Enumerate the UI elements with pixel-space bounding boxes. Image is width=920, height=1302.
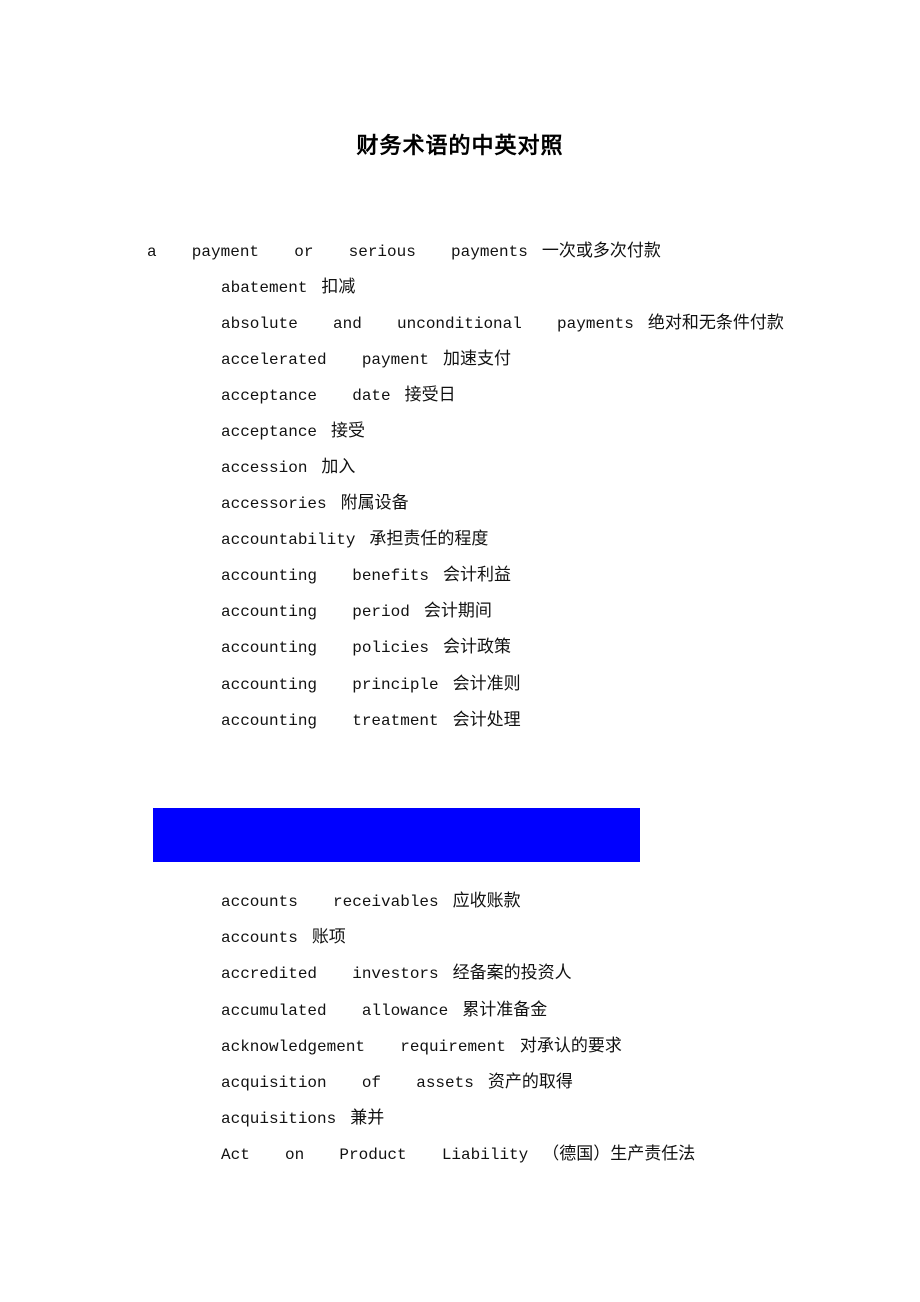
glossary-entry: accessories 附属设备 — [221, 492, 409, 515]
glossary-entry: absolute and unconditional payments 绝对和无条… — [221, 312, 784, 335]
glossary-entry: Act on Product Liability （德国）生产责任法 — [221, 1143, 695, 1166]
glossary-entry: accession 加入 — [221, 456, 355, 479]
term-chinese: 累计准备金 — [462, 1000, 548, 1020]
glossary-entry: a payment or serious payments 一次或多次付款 — [147, 240, 661, 263]
term-chinese: 附属设备 — [340, 493, 409, 513]
term-chinese: 绝对和无条件付款 — [647, 313, 784, 333]
term-english: Act on Product Liability — [221, 1146, 529, 1164]
glossary-entry: accumulated allowance 累计准备金 — [221, 999, 547, 1022]
term-english: acquisition of assets — [221, 1074, 474, 1092]
term-english: accelerated payment — [221, 351, 430, 369]
term-chinese: 加入 — [321, 457, 356, 477]
term-english: accumulated allowance — [221, 1002, 449, 1020]
glossary-entry: acceptance 接受 — [221, 420, 365, 443]
term-english: acceptance date — [221, 387, 391, 405]
glossary-entry: acknowledgement requirement 对承认的要求 — [221, 1035, 622, 1058]
glossary-entry: abatement 扣减 — [221, 276, 355, 299]
term-chinese: 会计准则 — [452, 674, 521, 694]
glossary-entry: accountability 承担责任的程度 — [221, 528, 488, 551]
term-english: accounting treatment — [221, 712, 439, 730]
term-english: absolute and unconditional payments — [221, 315, 634, 333]
glossary-entry: accounts 账项 — [221, 926, 346, 949]
term-english: acknowledgement requirement — [221, 1038, 506, 1056]
term-chinese: （德国）生产责任法 — [542, 1144, 696, 1164]
glossary-entry: accounts receivables 应收账款 — [221, 890, 521, 913]
term-chinese: 会计期间 — [423, 601, 492, 621]
term-chinese: 加速支付 — [443, 349, 512, 369]
term-chinese: 会计处理 — [452, 710, 521, 730]
term-chinese: 接受 — [331, 421, 366, 441]
term-english: accession — [221, 459, 308, 477]
term-english: acquisitions — [221, 1110, 337, 1128]
term-chinese: 账项 — [311, 927, 346, 947]
term-english: accounts — [221, 929, 298, 947]
term-english: accessories — [221, 495, 327, 513]
term-english: a payment or serious payments — [147, 243, 528, 261]
term-chinese: 对承认的要求 — [519, 1036, 622, 1056]
glossary-entry: accounting policies 会计政策 — [221, 636, 511, 659]
glossary-entry: acquisitions 兼并 — [221, 1107, 384, 1130]
term-english: abatement — [221, 279, 308, 297]
term-chinese: 接受日 — [404, 385, 456, 405]
term-english: accounting principle — [221, 676, 439, 694]
glossary-entry: accounting benefits 会计利益 — [221, 564, 511, 587]
glossary-entry: accounting treatment 会计处理 — [221, 709, 521, 732]
term-english: accounts receivables — [221, 893, 439, 911]
term-english: acceptance — [221, 423, 318, 441]
term-chinese: 资产的取得 — [487, 1072, 573, 1092]
glossary-entry: accredited investors 经备案的投资人 — [221, 962, 572, 985]
term-english: accredited investors — [221, 965, 439, 983]
term-chinese: 兼并 — [350, 1108, 385, 1128]
glossary-entry: acquisition of assets 资产的取得 — [221, 1071, 573, 1094]
term-chinese: 扣减 — [321, 277, 356, 297]
term-english: accountability — [221, 531, 356, 549]
glossary-entry: accelerated payment 加速支付 — [221, 348, 511, 371]
term-chinese: 会计利益 — [443, 565, 512, 585]
term-chinese: 承担责任的程度 — [369, 529, 489, 549]
term-chinese: 应收账款 — [452, 891, 521, 911]
document-title: 财务术语的中英对照 — [356, 134, 564, 159]
glossary-entry: accounting principle 会计准则 — [221, 673, 521, 696]
term-english: accounting policies — [221, 639, 430, 657]
term-chinese: 经备案的投资人 — [452, 963, 572, 983]
term-english: accounting period — [221, 603, 410, 621]
term-chinese: 会计政策 — [443, 637, 512, 657]
term-english: accounting benefits — [221, 567, 430, 585]
term-chinese: 一次或多次付款 — [541, 241, 661, 261]
glossary-entry: acceptance date 接受日 — [221, 384, 456, 407]
blue-highlight-block — [153, 808, 640, 862]
glossary-entry: accounting period 会计期间 — [221, 600, 492, 623]
